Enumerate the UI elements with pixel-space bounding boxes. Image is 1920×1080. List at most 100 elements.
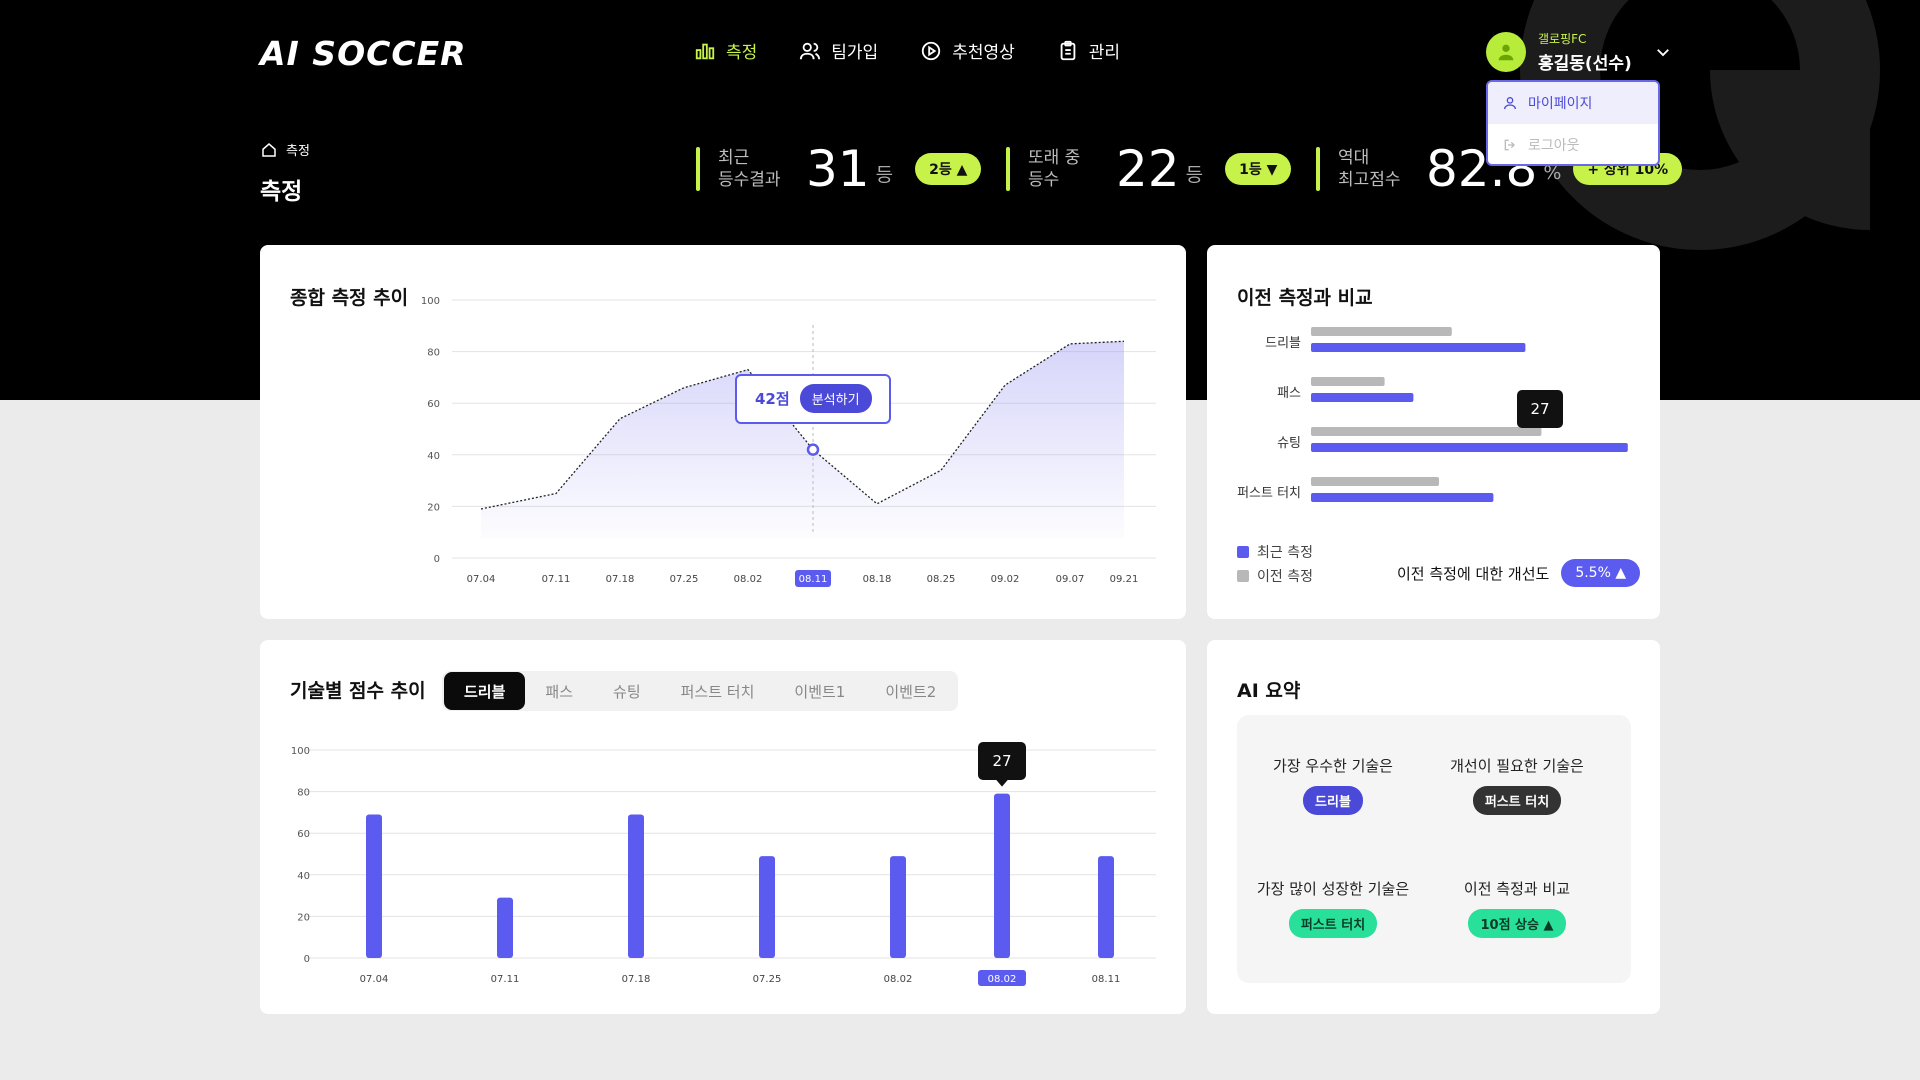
stat-label: 역대 최고점수 <box>1338 148 1401 190</box>
profile-dropdown: 마이페이지 로그아웃 <box>1486 80 1660 166</box>
nav-item-videos[interactable]: 추천영상 <box>920 38 1015 63</box>
x-tick-label: 09.07 <box>1056 574 1085 585</box>
skill-tooltip: 27 <box>978 741 1026 780</box>
category-label: 퍼스트 터치 <box>1237 486 1301 501</box>
bar-recent <box>1311 343 1526 352</box>
x-tick-label: 08.02 <box>884 974 913 985</box>
chart-tooltip: 42점 분석하기 <box>735 373 891 424</box>
x-tick-label: 07.11 <box>491 974 520 985</box>
category-label: 드리블 <box>1265 336 1301 351</box>
y-tick-label: 40 <box>427 451 440 462</box>
bar <box>759 856 775 958</box>
nav-label: 측정 <box>726 43 758 63</box>
overall-trend-chart: 0 20 40 60 80 100 07.04 07.11 07.18 07.25 08.02 08.… <box>421 296 1156 587</box>
stat-accent-bar <box>1316 147 1320 191</box>
breadcrumb: 측정 <box>260 140 310 159</box>
y-tick-label: 40 <box>297 871 310 882</box>
improvement-label: 이전 측정에 대한 개선도 <box>1397 564 1550 583</box>
x-tick-label: 07.18 <box>606 574 635 585</box>
x-tick-label: 08.25 <box>927 574 956 585</box>
x-tick-label: 07.11 <box>542 574 571 585</box>
nav-item-measure[interactable]: 측정 <box>694 38 757 63</box>
compare-card: 이전 측정과 비교 드리블 패스 슈팅 퍼스트 터치 27 최근 측정 이전 측정 이… <box>1207 245 1660 619</box>
nav-label: 팀가입 <box>831 43 879 63</box>
tooltip-arrow <box>996 779 1008 787</box>
bar <box>994 793 1010 958</box>
ai-needs-improvement: 개선이 필요한 기술은 퍼스트 터치 <box>1427 755 1607 815</box>
ai-best-skill: 가장 우수한 기술은 드리블 <box>1243 755 1423 815</box>
users-icon <box>800 42 821 59</box>
bar-recent <box>1311 443 1628 452</box>
legend-recent: 최근 측정 <box>1237 542 1313 562</box>
y-tick-label: 0 <box>304 954 310 965</box>
x-tick-label: 08.02 <box>734 574 763 585</box>
chevron-down-icon[interactable] <box>1654 43 1672 61</box>
x-tick-label: 08.11 <box>799 574 828 585</box>
analyze-button[interactable]: 분석하기 <box>799 384 872 414</box>
x-tick-label: 09.02 <box>991 574 1020 585</box>
nav-item-manage[interactable]: 관리 <box>1057 38 1120 63</box>
play-circle-icon <box>922 41 941 60</box>
x-tick-label: 07.04 <box>360 974 389 985</box>
stat-label: 또래 중 등수 <box>1028 148 1081 190</box>
y-tick-label: 0 <box>434 554 440 565</box>
y-tick-label: 100 <box>421 296 440 307</box>
legend-previous: 이전 측정 <box>1237 566 1313 586</box>
logout-menu-item[interactable]: 로그아웃 <box>1488 124 1658 164</box>
bar <box>497 897 513 958</box>
ai-pill: 퍼스트 터치 <box>1288 909 1378 938</box>
ai-prev-compare: 이전 측정과 비교 10점 상승 ▲ <box>1427 878 1607 938</box>
x-tick-label: 07.25 <box>670 574 699 585</box>
category-label: 슈팅 <box>1277 436 1301 451</box>
x-tick-label: 08.18 <box>863 574 892 585</box>
card-title: AI 요약 <box>1237 680 1301 702</box>
x-tick-label: 07.04 <box>467 574 496 585</box>
nav-item-join-team[interactable]: 팀가입 <box>799 38 878 63</box>
x-tick-label: 08.11 <box>1092 974 1121 985</box>
nav-label: 추천영상 <box>952 43 1015 63</box>
highlight-point <box>806 443 820 456</box>
stat-unit: 등 <box>1185 163 1204 186</box>
bar-recent <box>1311 493 1494 502</box>
ai-summary-card: AI 요약 가장 우수한 기술은 드리블 개선이 필요한 기술은 퍼스트 터치 … <box>1207 640 1660 1014</box>
legend-swatch <box>1237 570 1249 582</box>
home-icon[interactable] <box>260 141 278 159</box>
x-tick-label: 07.18 <box>622 974 651 985</box>
stat-recent-rank: 최근 등수결과 31 등 2등 ▲ <box>696 140 982 198</box>
stat-value: 31 <box>806 140 870 198</box>
team-name: 갤로핑FC <box>1538 32 1587 46</box>
category-label: 패스 <box>1277 386 1301 401</box>
y-tick-label: 80 <box>427 348 440 359</box>
clipboard-icon <box>1060 40 1076 60</box>
x-tick-label: 09.21 <box>1110 574 1139 585</box>
bar-previous <box>1311 327 1452 336</box>
stat-badge: 2등 ▲ <box>915 153 982 185</box>
stat-peer-rank: 또래 중 등수 22 등 1등 ▼ <box>1006 140 1292 198</box>
user-icon <box>1498 44 1514 61</box>
avatar <box>1486 32 1526 72</box>
x-tick-label: 08.02 <box>988 974 1017 985</box>
y-tick-label: 20 <box>297 912 310 923</box>
bar-previous <box>1311 427 1542 436</box>
y-tick-label: 60 <box>297 829 310 840</box>
user-icon <box>1504 97 1516 110</box>
bar-chart-icon <box>695 43 715 59</box>
app-logo[interactable]: AI SOCCER <box>260 34 467 73</box>
ai-pill: 10점 상승 ▲ <box>1468 909 1566 938</box>
x-tick-label: 07.25 <box>753 974 782 985</box>
stat-accent-bar <box>696 147 700 191</box>
mypage-menu-item[interactable]: 마이페이지 <box>1488 82 1658 124</box>
logout-label: 로그아웃 <box>1528 138 1580 154</box>
user-name: 홍길동(선수) <box>1538 54 1632 74</box>
breadcrumb-label[interactable]: 측정 <box>286 140 310 159</box>
legend-swatch <box>1237 546 1249 558</box>
nav-label: 관리 <box>1088 43 1121 63</box>
bar <box>1098 856 1114 958</box>
bar-recent <box>1311 393 1414 402</box>
bar <box>890 856 906 958</box>
main-nav: 측정 팀가입 추천영상 관리 <box>694 38 1120 63</box>
stat-label: 최근 등수결과 <box>718 148 781 190</box>
bar <box>628 814 644 958</box>
user-profile-menu[interactable]: 갤로핑FC 홍길동(선수) <box>1486 30 1672 74</box>
bar-previous <box>1311 377 1385 386</box>
